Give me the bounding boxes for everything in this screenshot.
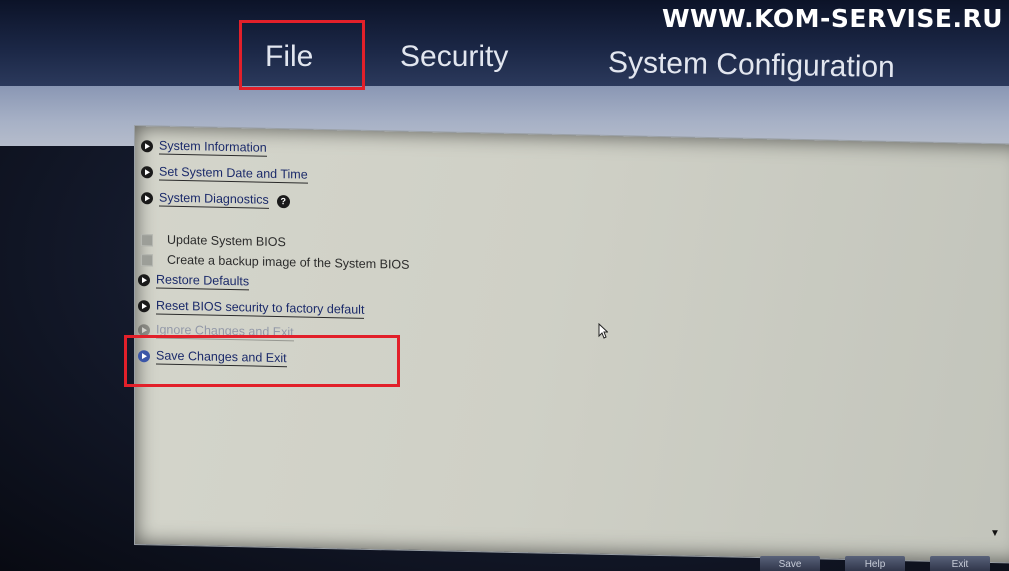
scroll-down-icon[interactable]: ▼ — [990, 528, 1000, 539]
help-button[interactable]: Help — [845, 556, 905, 571]
help-icon[interactable]: ? — [276, 194, 290, 208]
menu-item-system-information[interactable]: System Information — [141, 138, 267, 157]
menu-item-update-bios: Update System BIOS — [141, 232, 286, 250]
arrow-bullet-icon — [138, 300, 150, 313]
menu-item-label: Restore Defaults — [156, 272, 250, 291]
menu-item-reset-security[interactable]: Reset BIOS security to factory default — [138, 298, 365, 319]
arrow-bullet-icon — [141, 140, 153, 153]
arrow-bullet-icon — [138, 274, 150, 287]
menu-item-label: Set System Date and Time — [159, 164, 308, 184]
disabled-square-icon — [141, 233, 153, 246]
arrow-bullet-icon — [141, 192, 153, 205]
bios-screen: WWW.KOM-SERVISE.RU File Security System … — [0, 0, 1009, 571]
menu-item-label: Create a backup image of the System BIOS — [167, 252, 410, 272]
tab-system-configuration[interactable]: System Configuration — [608, 46, 895, 85]
menu-item-label: Reset BIOS security to factory default — [156, 298, 365, 319]
menu-item-backup-bios: Create a backup image of the System BIOS — [141, 252, 409, 273]
save-button[interactable]: Save — [760, 556, 820, 571]
disabled-square-icon — [141, 253, 153, 266]
menu-item-system-diagnostics[interactable]: System Diagnostics ? — [141, 190, 290, 209]
cursor-icon — [598, 323, 608, 339]
arrow-bullet-icon — [141, 166, 153, 179]
menu-item-label: System Diagnostics — [159, 190, 269, 209]
tab-security[interactable]: Security — [400, 40, 508, 74]
highlight-box-file — [239, 20, 365, 90]
menu-item-restore-defaults[interactable]: Restore Defaults — [138, 272, 250, 291]
exit-button[interactable]: Exit — [930, 556, 990, 571]
highlight-box-save — [124, 335, 400, 387]
menu-item-label: System Information — [159, 138, 267, 157]
menu-item-label: Update System BIOS — [167, 232, 286, 250]
menu-item-set-date-time[interactable]: Set System Date and Time — [141, 164, 308, 184]
watermark: WWW.KOM-SERVISE.RU — [661, 4, 1003, 33]
